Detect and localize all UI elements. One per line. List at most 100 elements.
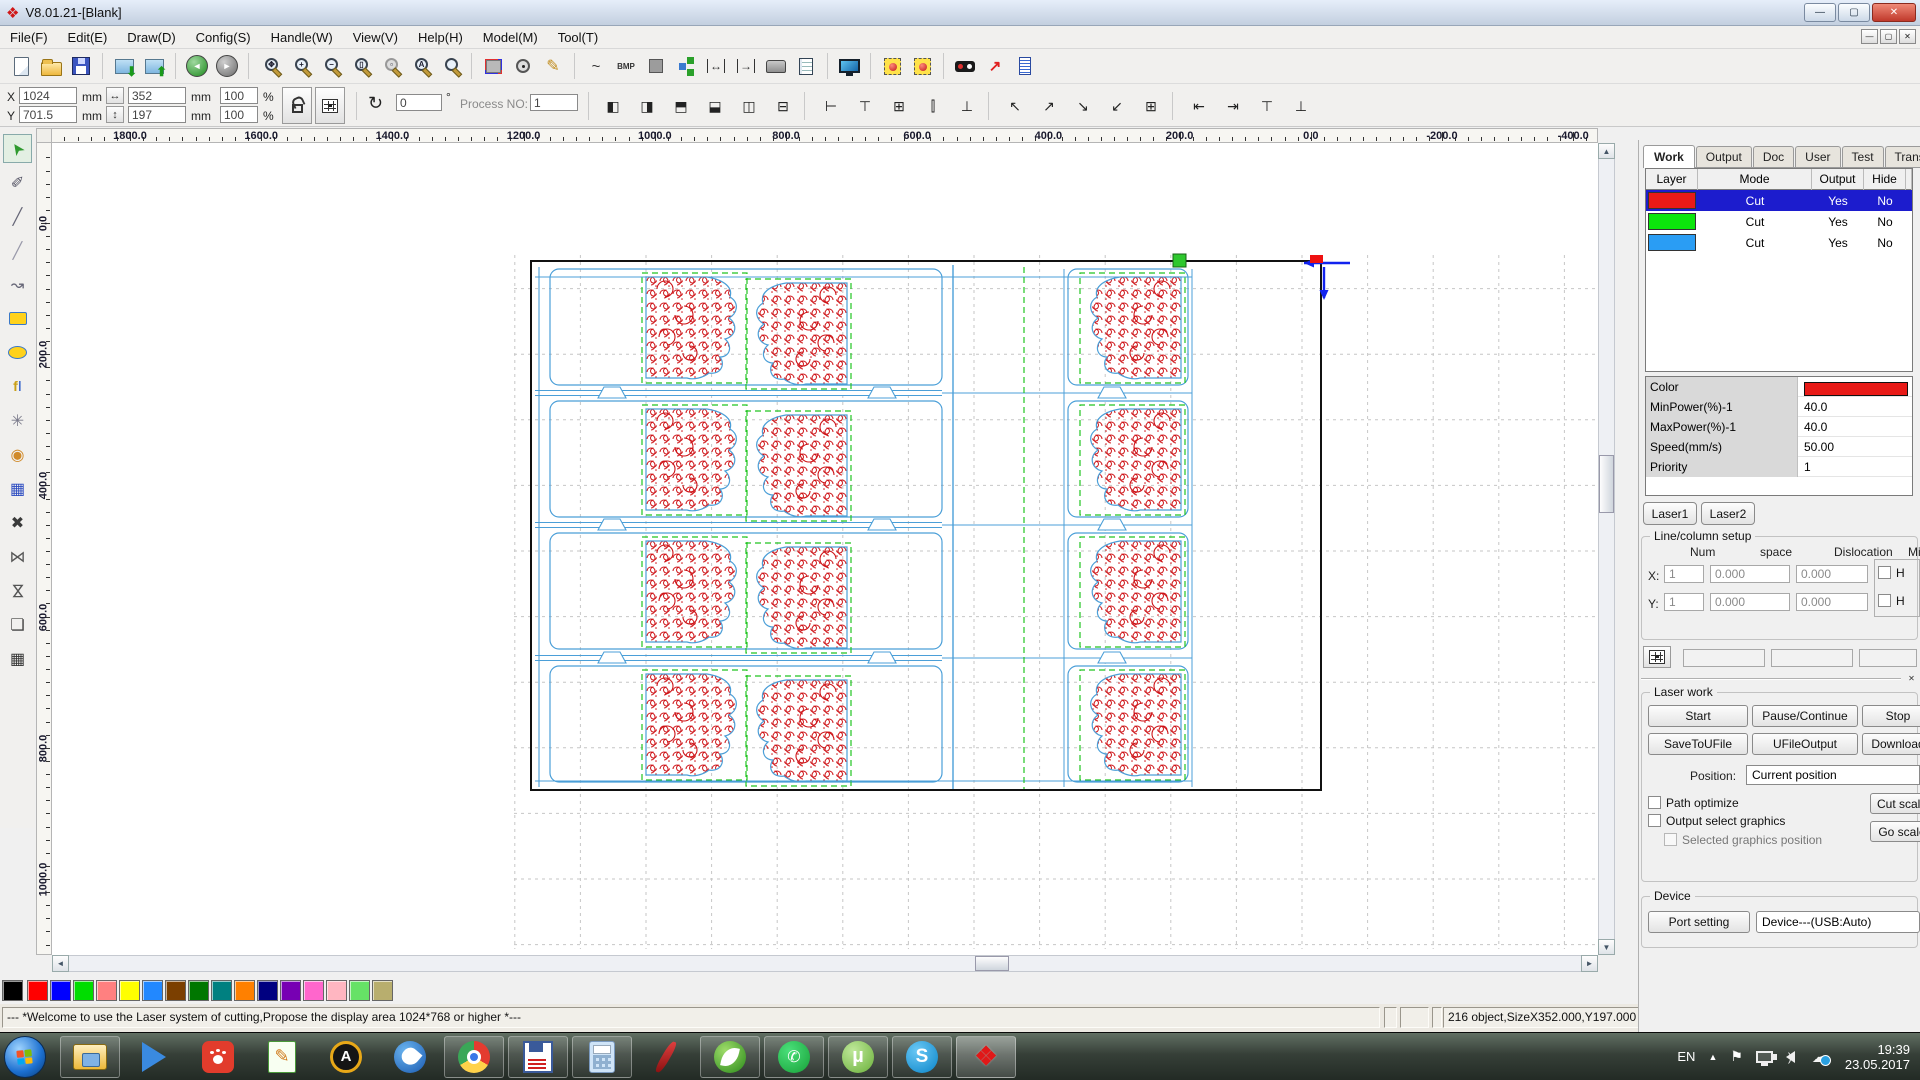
param-row[interactable]: Color [1646, 377, 1912, 397]
worklist-icon[interactable] [791, 52, 821, 80]
stop-button[interactable]: Stop [1862, 705, 1920, 727]
cloud-sync-icon[interactable]: ☁ [1812, 1047, 1828, 1067]
same-size-icon[interactable]: ⊞ [886, 94, 912, 118]
align-left-icon[interactable]: ◧ [600, 94, 626, 118]
align-right-icon[interactable]: ◨ [634, 94, 660, 118]
same-width-icon[interactable]: ⊢ [818, 94, 844, 118]
zoom-pan-icon[interactable]: ✥ [255, 52, 285, 80]
pause-continue-button[interactable]: Pause/Continue [1752, 705, 1858, 727]
y-dislocation-field[interactable]: 0.000 [1796, 593, 1868, 611]
menu-item-tool[interactable]: Tool(T) [548, 27, 608, 48]
cut-scale-button[interactable]: Cut scale [1870, 793, 1920, 814]
export-icon[interactable]: ⬆ [139, 52, 169, 80]
menu-item-model[interactable]: Model(M) [473, 27, 548, 48]
start-button[interactable]: Start [1648, 705, 1748, 727]
menu-item-view[interactable]: View(V) [343, 27, 408, 48]
utorrent-icon[interactable]: µ [828, 1036, 888, 1078]
minimize-button[interactable]: — [1804, 3, 1836, 22]
delete-tool-icon[interactable]: ✖ [3, 508, 32, 537]
language-indicator[interactable]: EN [1677, 1049, 1695, 1064]
text-tool-icon[interactable]: fI [3, 372, 32, 401]
rdworks-icon[interactable]: ❖ [956, 1036, 1016, 1078]
polyline-tool-icon[interactable]: ╱ [3, 236, 32, 265]
palette-color[interactable] [280, 980, 301, 1001]
volume-icon[interactable] [1786, 1051, 1795, 1063]
dock-close-button[interactable]: ✕ [1905, 672, 1918, 684]
x-scale-field[interactable]: 100 [220, 87, 258, 104]
offset-tool-icon[interactable]: ❏ [3, 610, 32, 639]
flat-field-3[interactable] [1859, 649, 1917, 667]
align-middle-icon[interactable]: ⊟ [770, 94, 796, 118]
action-center-flag-icon[interactable]: ⚑ [1730, 1048, 1743, 1065]
bmp-handle-icon[interactable]: BMP [611, 52, 641, 80]
select-tool-icon[interactable]: ➤ [3, 134, 32, 163]
calculator-icon[interactable] [572, 1036, 632, 1078]
open-file-icon[interactable] [36, 52, 66, 80]
curve-smooth-icon[interactable]: ~ [581, 52, 611, 80]
layer-row-2[interactable]: CutYesNo [1646, 232, 1912, 253]
rotate-icon[interactable]: ↻ [368, 93, 383, 114]
distribute-h-icon[interactable]: ⫿ [920, 94, 946, 118]
palette-color[interactable] [234, 980, 255, 1001]
image-editor-icon[interactable]: ✎ [252, 1036, 312, 1078]
import-icon[interactable]: ⬇ [109, 52, 139, 80]
rect-tool-icon[interactable] [3, 304, 32, 333]
flat-field-2[interactable] [1771, 649, 1853, 667]
horizontal-scroll-thumb[interactable] [975, 956, 1009, 971]
aimp-player-icon[interactable]: A [316, 1036, 376, 1078]
laser1-button[interactable]: Laser1 [1643, 502, 1697, 525]
tab-output[interactable]: Output [1696, 146, 1752, 167]
process-no-field[interactable]: 1 [530, 94, 578, 111]
selected-graphics-checkbox[interactable] [1664, 833, 1677, 846]
y-position-field[interactable]: 701.5 [19, 106, 77, 123]
zoom-view-icon[interactable] [435, 52, 465, 80]
x-position-field[interactable]: 1024 [19, 87, 77, 104]
align-top-icon[interactable]: ⬒ [668, 94, 694, 118]
skype-icon[interactable]: S [892, 1036, 952, 1078]
param-row[interactable]: Priority1 [1646, 457, 1912, 477]
palette-color[interactable] [73, 980, 94, 1001]
param-row[interactable]: MinPower(%)-140.0 [1646, 397, 1912, 417]
laser2-button[interactable]: Laser2 [1701, 502, 1755, 525]
palette-color[interactable] [27, 980, 48, 1001]
nature-app-icon[interactable] [700, 1036, 760, 1078]
close-button[interactable]: ✕ [1872, 3, 1916, 22]
x-mirror-checkbox[interactable] [1878, 566, 1891, 579]
mirror-h-tool-icon[interactable]: ⋈ [3, 542, 32, 571]
width-field[interactable]: 352 [128, 87, 186, 104]
y-num-field[interactable]: 1 [1664, 593, 1704, 611]
height-field[interactable]: 197 [128, 106, 186, 123]
edit-pen-icon[interactable]: ✎ [538, 52, 568, 80]
param-row[interactable]: MaxPower(%)-140.0 [1646, 417, 1912, 437]
mdi-minimize-button[interactable]: — [1861, 29, 1878, 44]
machine-icon[interactable] [761, 52, 791, 80]
distribute-v-icon[interactable]: ⊥ [954, 94, 980, 118]
palette-color[interactable] [326, 980, 347, 1001]
palette-color[interactable] [96, 980, 117, 1001]
tab-doc[interactable]: Doc [1753, 146, 1794, 167]
dock-bottom-icon[interactable]: ⊥ [1288, 94, 1314, 118]
rotate-tool-icon[interactable] [508, 52, 538, 80]
ufile-output-button[interactable]: UFileOutput [1752, 733, 1858, 755]
palette-color[interactable] [372, 980, 393, 1001]
measure-icon[interactable] [1010, 52, 1040, 80]
scroll-up-button[interactable]: ▲ [1598, 143, 1615, 159]
flat-field-1[interactable] [1683, 649, 1765, 667]
zoom-page-icon[interactable]: ▯ [345, 52, 375, 80]
trace-bitmap-icon[interactable] [877, 52, 907, 80]
align-center-icon[interactable]: ◫ [736, 94, 762, 118]
scroll-down-button[interactable]: ▼ [1598, 939, 1615, 955]
array-tool-icon[interactable]: ▦ [3, 474, 32, 503]
tab-transf[interactable]: Transf [1885, 146, 1920, 167]
zoom-in-icon[interactable]: + [285, 52, 315, 80]
palette-color[interactable] [165, 980, 186, 1001]
no-color-button[interactable] [2, 980, 23, 1001]
design-canvas[interactable] [52, 143, 1598, 955]
scroll-right-button[interactable]: ► [1581, 955, 1598, 972]
taskbar-clock[interactable]: 19:39 23.05.2017 [1845, 1042, 1910, 1072]
move-topleft-icon[interactable]: ↖ [1002, 94, 1028, 118]
menu-item-config[interactable]: Config(S) [186, 27, 261, 48]
device-combo[interactable]: Device---(USB:Auto) [1756, 911, 1920, 933]
scroll-left-button[interactable]: ◄ [52, 955, 69, 972]
mdi-close-button[interactable]: ✕ [1899, 29, 1916, 44]
